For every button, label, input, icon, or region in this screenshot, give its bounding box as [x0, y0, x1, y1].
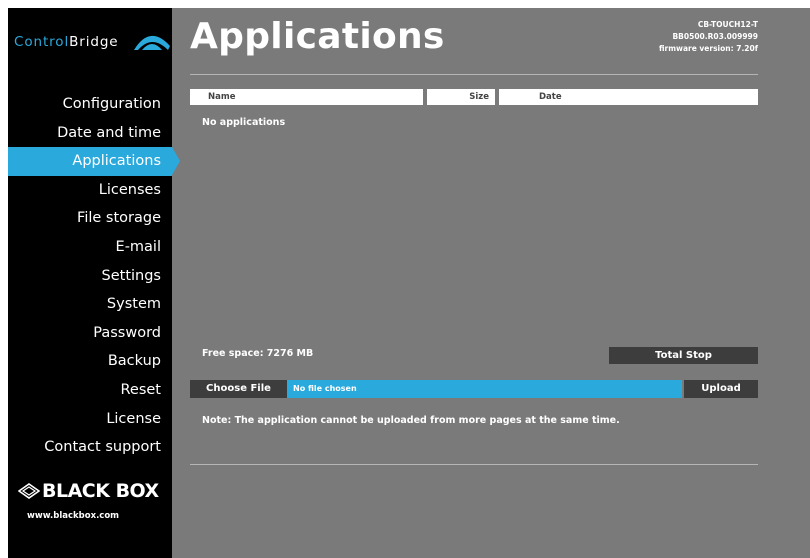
sidebar-nav: Configuration Date and time Applications…	[8, 90, 180, 462]
sidebar-item-license[interactable]: License	[8, 405, 172, 434]
controlbridge-logo: ControlBridge	[14, 34, 170, 56]
device-model: CB-TOUCH12-T	[697, 20, 758, 29]
device-serial: BB0500.R03.009999	[672, 32, 758, 41]
device-info: CB-TOUCH12-T BB0500.R03.009999 firmware …	[659, 19, 758, 55]
vendor-url[interactable]: www.blackbox.com	[27, 511, 119, 521]
sidebar-item-contact-support[interactable]: Contact support	[8, 433, 172, 462]
black-box-logo: BLACK BOX	[17, 480, 159, 502]
sidebar-item-password[interactable]: Password	[8, 319, 172, 348]
sidebar-item-label: Password	[93, 324, 161, 341]
total-stop-button[interactable]: Total Stop	[609, 347, 758, 364]
free-space-label: Free space: 7276 MB	[202, 348, 314, 359]
header-divider	[190, 74, 758, 75]
sidebar-item-label: Date and time	[57, 124, 161, 141]
column-header-size[interactable]: Size	[427, 89, 495, 105]
sidebar-item-label: Contact support	[44, 439, 161, 456]
column-header-date[interactable]: Date	[499, 89, 758, 105]
sidebar-item-configuration[interactable]: Configuration	[8, 90, 172, 119]
app-window: ControlBridge Configuration Date and tim…	[8, 8, 810, 558]
file-chosen-status[interactable]: No file chosen	[287, 380, 682, 398]
sidebar-item-label: Applications	[72, 153, 161, 170]
sidebar-item-system[interactable]: System	[8, 290, 172, 319]
black-box-logo-text: BLACK BOX	[42, 480, 159, 502]
footer-divider	[190, 464, 758, 465]
choose-file-button[interactable]: Choose File	[190, 380, 287, 398]
sidebar-item-settings[interactable]: Settings	[8, 262, 172, 291]
sidebar-item-date-and-time[interactable]: Date and time	[8, 119, 172, 148]
applications-table-header: Name Size Date	[190, 89, 758, 105]
sidebar-item-reset[interactable]: Reset	[8, 376, 172, 405]
main-content: Applications CB-TOUCH12-T BB0500.R03.009…	[190, 8, 758, 558]
sidebar: ControlBridge Configuration Date and tim…	[8, 8, 180, 558]
logo-text-control: Control	[14, 34, 70, 50]
sidebar-item-label: Licenses	[98, 181, 161, 198]
column-header-name[interactable]: Name	[190, 89, 423, 105]
sidebar-item-label: Settings	[101, 267, 161, 284]
sidebar-item-label: Configuration	[62, 96, 161, 112]
sidebar-item-label: E-mail	[115, 238, 161, 255]
black-box-diamond-icon	[17, 483, 41, 499]
empty-list-message: No applications	[202, 117, 286, 128]
sidebar-item-label: System	[106, 296, 161, 313]
page-title: Applications	[190, 16, 445, 57]
upload-note: Note: The application cannot be uploaded…	[202, 415, 620, 426]
file-upload-row: Choose File No file chosen Upload	[190, 380, 758, 398]
sidebar-item-file-storage[interactable]: File storage	[8, 204, 172, 233]
sidebar-item-e-mail[interactable]: E-mail	[8, 233, 172, 262]
sidebar-item-backup[interactable]: Backup	[8, 347, 172, 376]
sidebar-item-label: License	[106, 410, 161, 427]
sidebar-item-licenses[interactable]: Licenses	[8, 176, 172, 205]
sidebar-item-applications[interactable]: Applications	[8, 147, 180, 176]
logo-text-bridge: Bridge	[69, 34, 119, 50]
sidebar-item-label: Reset	[120, 381, 161, 398]
upload-button[interactable]: Upload	[684, 380, 758, 398]
sidebar-item-label: Backup	[107, 353, 161, 370]
firmware-version: firmware version: 7.20f	[658, 44, 758, 53]
sidebar-item-label: File storage	[77, 210, 161, 227]
bridge-arc-icon	[134, 35, 170, 50]
